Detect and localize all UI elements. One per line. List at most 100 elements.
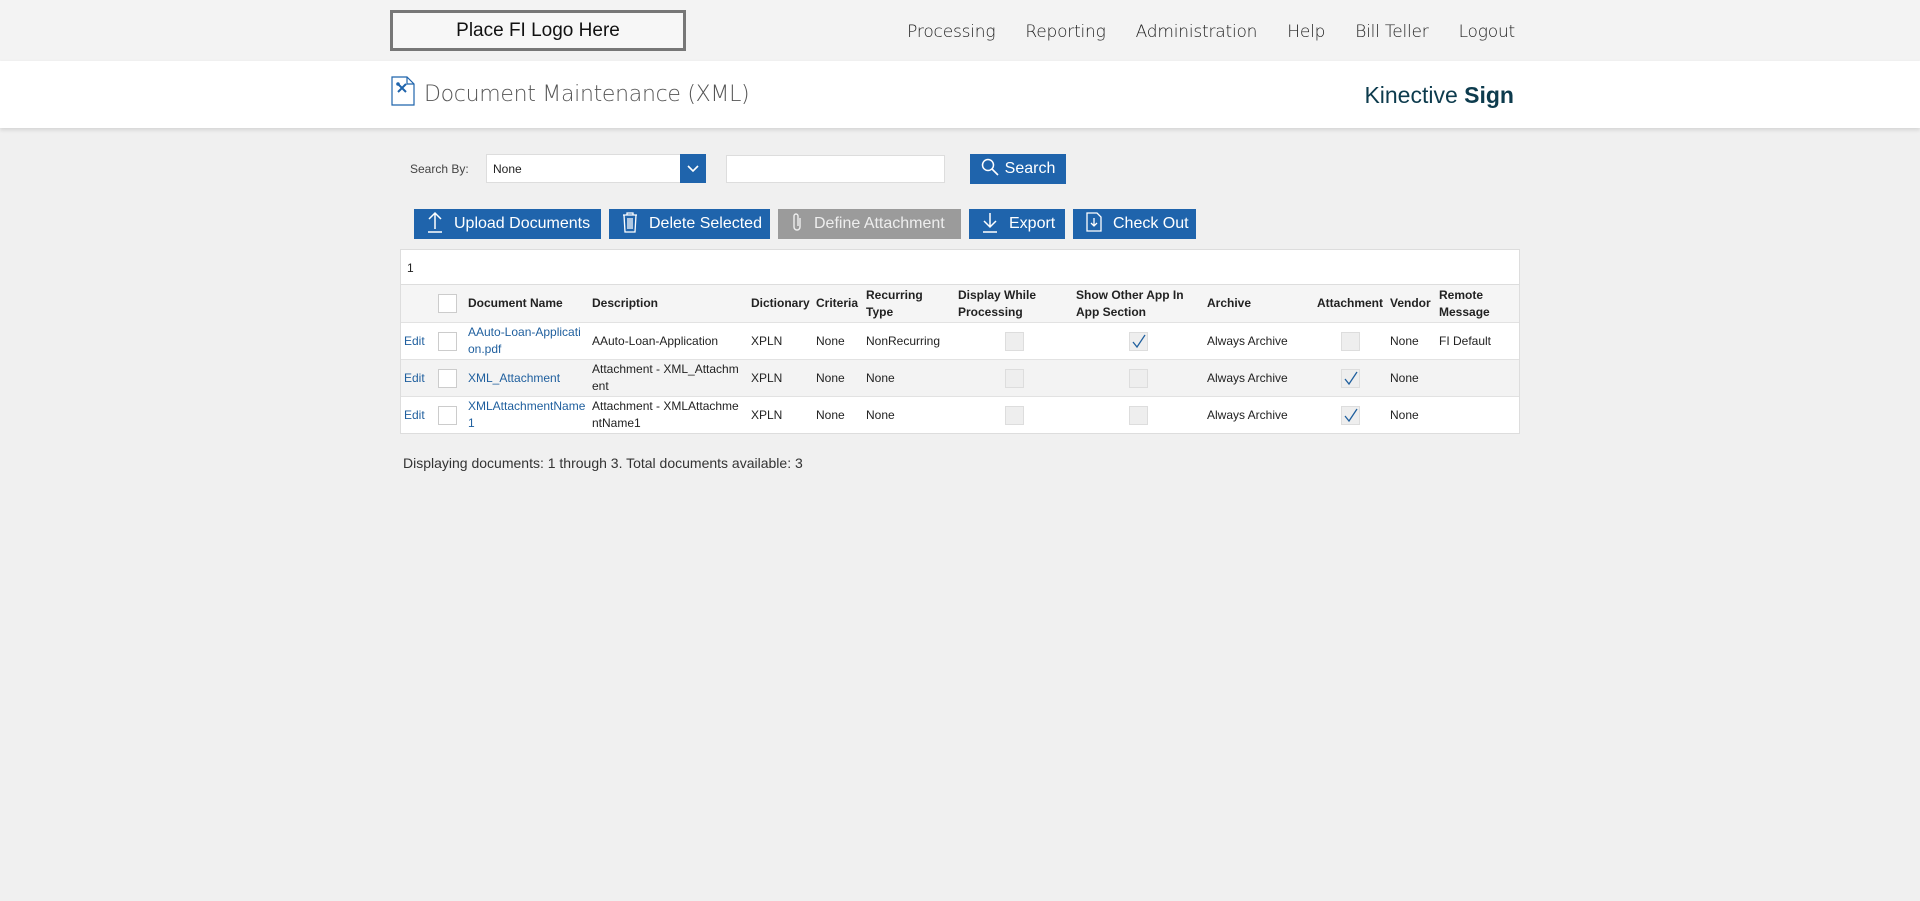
check-out-button[interactable]: Check Out (1073, 209, 1196, 239)
documents-grid: 1 Document Name Description Dictionary C… (400, 249, 1520, 434)
dictionary-cell: XPLN (748, 322, 813, 360)
search-icon (981, 158, 999, 181)
vendor-cell: None (1387, 396, 1436, 433)
display-while-processing-checkbox (1004, 368, 1024, 388)
page-title: Document Maintenance (XML) (424, 82, 750, 107)
chevron-down-icon[interactable] (680, 154, 706, 183)
header-show-other-app[interactable]: Show Other App In App Section (1073, 285, 1204, 323)
download-icon (981, 211, 999, 238)
document-name-link[interactable]: XML_Attachment (468, 371, 560, 385)
recurring-type-cell: None (863, 359, 955, 397)
row-select-checkbox[interactable] (438, 368, 457, 388)
search-by-select[interactable]: None (486, 154, 706, 183)
show-other-app-checkbox (1129, 368, 1148, 388)
edit-link[interactable]: Edit (404, 371, 425, 385)
header-description[interactable]: Description (589, 285, 748, 323)
search-input[interactable] (726, 155, 945, 183)
upload-documents-button[interactable]: Upload Documents (414, 209, 601, 239)
search-button-label: Search (1004, 160, 1056, 177)
checkmark-icon (1344, 408, 1358, 422)
show-other-app-checkbox (1129, 405, 1148, 425)
description-cell: AAuto-Loan-Application (589, 322, 748, 360)
header-document-name[interactable]: Document Name (465, 285, 589, 323)
document-tools-icon (391, 76, 415, 106)
remote-message-cell: FI Default (1436, 322, 1519, 360)
check-out-label: Check Out (1113, 215, 1189, 232)
header-criteria[interactable]: Criteria (813, 285, 863, 323)
search-by-value: None (493, 162, 522, 176)
document-name-link[interactable]: AAuto-Loan-Application.pdf (468, 325, 581, 356)
pager: 1 (401, 250, 1519, 285)
remote-message-cell (1436, 359, 1519, 397)
select-all-checkbox[interactable] (438, 294, 457, 313)
nav-user-name[interactable]: Bill Teller (1355, 22, 1429, 42)
export-label: Export (1009, 215, 1056, 232)
check-out-icon (1085, 211, 1103, 238)
header-dictionary[interactable]: Dictionary (748, 285, 813, 323)
display-while-processing-checkbox (1004, 405, 1024, 425)
show-other-app-checkbox (1129, 331, 1148, 351)
criteria-cell: None (813, 322, 863, 360)
criteria-cell: None (813, 359, 863, 397)
delete-selected-button[interactable]: Delete Selected (609, 209, 770, 239)
nav-administration[interactable]: Administration (1136, 22, 1258, 42)
display-while-processing-checkbox (1004, 331, 1024, 351)
archive-cell: Always Archive (1204, 322, 1314, 360)
delete-selected-label: Delete Selected (649, 215, 762, 232)
header-remote-message[interactable]: Remote Message (1436, 285, 1519, 323)
checkmark-icon (1132, 334, 1146, 348)
page-header: Document Maintenance (XML) Kinective Sig… (0, 61, 1920, 128)
header-archive[interactable]: Archive (1204, 285, 1314, 323)
edit-link[interactable]: Edit (404, 334, 425, 348)
nav-logout[interactable]: Logout (1459, 22, 1516, 42)
edit-link[interactable]: Edit (404, 408, 425, 422)
upload-icon (426, 211, 444, 238)
archive-cell: Always Archive (1204, 396, 1314, 433)
remote-message-cell (1436, 396, 1519, 433)
top-bar: Place FI Logo Here Processing Reporting … (0, 0, 1920, 61)
archive-cell: Always Archive (1204, 359, 1314, 397)
description-cell: Attachment - XMLAttachmentName1 (589, 396, 748, 433)
search-button[interactable]: Search (970, 154, 1066, 184)
define-attachment-label: Define Attachment (814, 215, 945, 232)
attachment-checkbox (1341, 368, 1360, 388)
brand-logo: Kinective Sign (1364, 82, 1514, 109)
header-display-while-processing[interactable]: Display While Processing (955, 285, 1073, 323)
brand-light: Kinective (1364, 82, 1458, 108)
fi-logo-placeholder: Place FI Logo Here (390, 10, 686, 51)
dictionary-cell: XPLN (748, 396, 813, 433)
table-header-row: Document Name Description Dictionary Cri… (401, 285, 1519, 323)
row-select-checkbox[interactable] (438, 331, 457, 351)
nav-reporting[interactable]: Reporting (1025, 22, 1105, 42)
dictionary-cell: XPLN (748, 359, 813, 397)
nav-help[interactable]: Help (1287, 22, 1325, 42)
recurring-type-cell: None (863, 396, 955, 433)
page-number[interactable]: 1 (407, 261, 414, 275)
brand-bold: Sign (1464, 82, 1514, 108)
vendor-cell: None (1387, 322, 1436, 360)
header-vendor[interactable]: Vendor (1387, 285, 1436, 323)
attachment-checkbox (1341, 405, 1360, 425)
table-row: Edit AAuto-Loan-Application.pdf AAuto-Lo… (401, 322, 1519, 360)
trash-icon (621, 211, 639, 238)
documents-table: Document Name Description Dictionary Cri… (401, 285, 1519, 433)
nav-processing[interactable]: Processing (907, 22, 995, 42)
upload-documents-label: Upload Documents (454, 215, 591, 232)
table-row: Edit XMLAttachmentName1 Attachment - XML… (401, 396, 1519, 433)
header-attachment[interactable]: Attachment (1314, 285, 1387, 323)
recurring-type-cell: NonRecurring (863, 322, 955, 360)
header-edit (401, 285, 435, 323)
attachment-checkbox (1341, 331, 1360, 351)
paperclip-icon (790, 211, 804, 238)
results-summary: Displaying documents: 1 through 3. Total… (403, 455, 803, 471)
define-attachment-button[interactable]: Define Attachment (778, 209, 961, 239)
export-button[interactable]: Export (969, 209, 1065, 239)
header-select-all (435, 285, 465, 323)
table-row: Edit XML_Attachment Attachment - XML_Att… (401, 359, 1519, 397)
row-select-checkbox[interactable] (438, 405, 457, 425)
document-name-link[interactable]: XMLAttachmentName1 (468, 399, 585, 430)
criteria-cell: None (813, 396, 863, 433)
vendor-cell: None (1387, 359, 1436, 397)
description-cell: Attachment - XML_Attachment (589, 359, 748, 397)
header-recurring-type[interactable]: Recurring Type (863, 285, 955, 323)
